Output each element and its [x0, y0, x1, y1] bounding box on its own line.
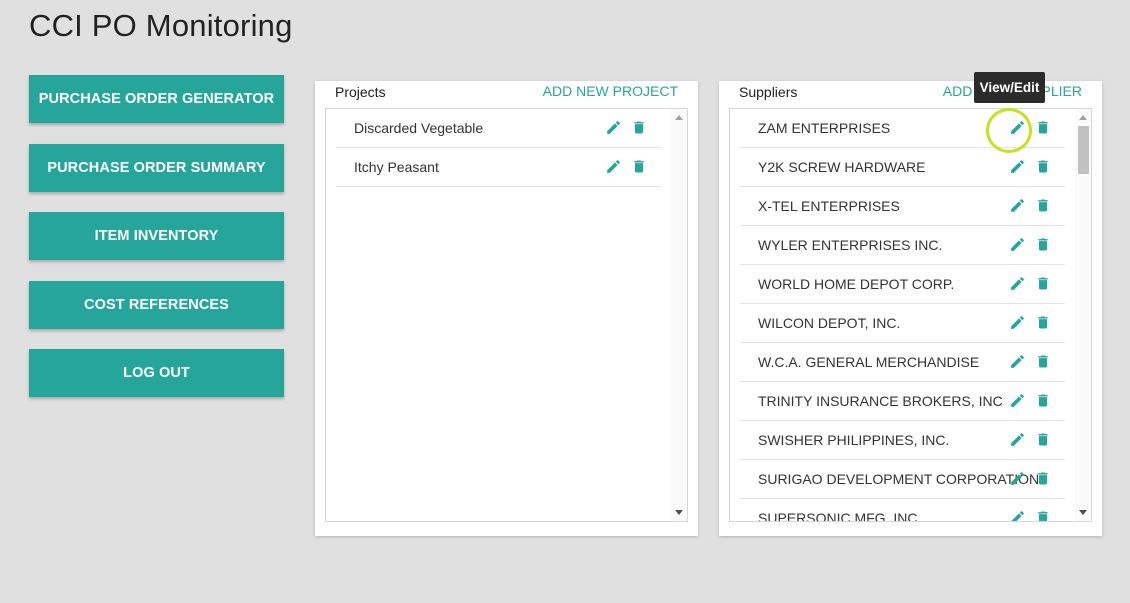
purchase-order-generator-button[interactable]: PURCHASE ORDER GENERATOR	[29, 75, 284, 123]
list-item-label: Itchy Peasant	[354, 159, 439, 175]
list-item: SWISHER PHILIPPINES, INC.	[740, 421, 1065, 460]
row-actions	[1009, 352, 1051, 371]
trash-icon[interactable]	[1034, 508, 1051, 521]
list-item-label: ZAM ENTERPRISES	[758, 120, 891, 136]
row-actions	[605, 118, 647, 137]
pencil-icon[interactable]	[1009, 118, 1026, 137]
purchase-order-summary-button[interactable]: PURCHASE ORDER SUMMARY	[29, 143, 284, 192]
trash-icon[interactable]	[1034, 196, 1051, 215]
scroll-down-arrow-icon[interactable]	[675, 510, 683, 515]
pencil-icon[interactable]	[1009, 508, 1026, 521]
list-item-label: WILCON DEPOT, INC.	[758, 315, 901, 331]
suppliers-title: Suppliers	[739, 84, 798, 100]
scroll-up-arrow-icon[interactable]	[675, 115, 683, 120]
list-item-label: TRINITY INSURANCE BROKERS, INC	[758, 393, 1003, 409]
list-item-label: Discarded Vegetable	[354, 120, 484, 136]
trash-icon[interactable]	[1034, 235, 1051, 254]
scroll-down-arrow-icon[interactable]	[1079, 510, 1087, 515]
pencil-icon[interactable]	[1009, 430, 1026, 449]
list-item: TRINITY INSURANCE BROKERS, INC	[740, 382, 1065, 421]
trash-icon[interactable]	[1034, 157, 1051, 176]
list-item: WYLER ENTERPRISES INC.	[740, 226, 1065, 265]
trash-icon[interactable]	[1034, 118, 1051, 137]
suppliers-list-box: ZAM ENTERPRISES Y2K SCREW HARDWARE X-TEL E…	[729, 108, 1092, 522]
main-nav: PURCHASE ORDER GENERATOR PURCHASE ORDER …	[29, 75, 284, 418]
pencil-icon[interactable]	[1009, 391, 1026, 410]
list-item: SURIGAO DEVELOPMENT CORPORATION	[740, 460, 1065, 499]
cost-references-button[interactable]: COST REFERENCES	[29, 280, 284, 329]
projects-card: Projects ADD NEW PROJECT Discarded Veget…	[315, 81, 698, 536]
row-actions	[1009, 391, 1051, 410]
list-item: Itchy Peasant	[336, 148, 661, 187]
pencil-icon[interactable]	[605, 157, 622, 176]
trash-icon[interactable]	[1034, 469, 1051, 488]
log-out-button[interactable]: LOG OUT	[29, 349, 284, 397]
row-actions	[1009, 430, 1051, 449]
list-item: Discarded Vegetable	[336, 109, 661, 148]
projects-list: Discarded Vegetable Itchy Peasant	[326, 109, 671, 187]
add-new-project-link[interactable]: ADD NEW PROJECT	[543, 83, 678, 99]
row-actions	[1009, 235, 1051, 254]
list-item-label: SUPERSONIC MFG. INC.	[758, 510, 922, 522]
trash-icon[interactable]	[630, 157, 647, 176]
suppliers-list: ZAM ENTERPRISES Y2K SCREW HARDWARE X-TEL E…	[730, 109, 1075, 522]
list-item-label: WYLER ENTERPRISES INC.	[758, 237, 943, 253]
list-item-label: SURIGAO DEVELOPMENT CORPORATION	[758, 471, 1040, 487]
projects-scrollbar[interactable]	[671, 109, 687, 521]
list-item-label: W.C.A. GENERAL MERCHANDISE	[758, 354, 980, 370]
suppliers-scrollbar[interactable]	[1075, 109, 1091, 521]
pencil-icon[interactable]	[1009, 313, 1026, 332]
list-item-label: X-TEL ENTERPRISES	[758, 198, 900, 214]
scroll-thumb[interactable]	[1078, 126, 1089, 174]
row-actions	[1009, 313, 1051, 332]
pencil-icon[interactable]	[1009, 469, 1026, 488]
projects-title: Projects	[335, 84, 386, 100]
item-inventory-button[interactable]: ITEM INVENTORY	[29, 212, 284, 260]
list-item: WILCON DEPOT, INC.	[740, 304, 1065, 343]
list-item: SUPERSONIC MFG. INC.	[740, 499, 1065, 522]
trash-icon[interactable]	[1034, 352, 1051, 371]
row-actions	[1009, 196, 1051, 215]
row-actions	[605, 157, 647, 176]
list-item-label: Y2K SCREW HARDWARE	[758, 159, 926, 175]
list-item: W.C.A. GENERAL MERCHANDISE	[740, 343, 1065, 382]
trash-icon[interactable]	[1034, 313, 1051, 332]
row-actions	[1009, 157, 1051, 176]
page-title: CCI PO Monitoring	[29, 8, 293, 43]
pencil-icon[interactable]	[1009, 235, 1026, 254]
row-actions	[1009, 469, 1051, 488]
row-actions	[1009, 508, 1051, 521]
trash-icon[interactable]	[1034, 391, 1051, 410]
trash-icon[interactable]	[630, 118, 647, 137]
list-item: Y2K SCREW HARDWARE	[740, 148, 1065, 187]
pencil-icon[interactable]	[1009, 157, 1026, 176]
projects-list-box: Discarded Vegetable Itchy Peasant	[325, 108, 688, 522]
list-item-label: SWISHER PHILIPPINES, INC.	[758, 432, 950, 448]
trash-icon[interactable]	[1034, 274, 1051, 293]
row-actions	[1009, 274, 1051, 293]
projects-header: Projects ADD NEW PROJECT	[315, 81, 698, 107]
suppliers-card: Suppliers ADD NEW SUPPLIER ZAM ENTERPRIS…	[719, 81, 1102, 536]
view-edit-tooltip: View/Edit	[974, 72, 1045, 103]
pencil-icon[interactable]	[605, 118, 622, 137]
list-item: WORLD HOME DEPOT CORP.	[740, 265, 1065, 304]
scroll-up-arrow-icon[interactable]	[1079, 115, 1087, 120]
list-item: ZAM ENTERPRISES	[740, 109, 1065, 148]
list-item-label: WORLD HOME DEPOT CORP.	[758, 276, 955, 292]
list-item: X-TEL ENTERPRISES	[740, 187, 1065, 226]
row-actions	[1009, 118, 1051, 137]
pencil-icon[interactable]	[1009, 196, 1026, 215]
pencil-icon[interactable]	[1009, 352, 1026, 371]
trash-icon[interactable]	[1034, 430, 1051, 449]
pencil-icon[interactable]	[1009, 274, 1026, 293]
